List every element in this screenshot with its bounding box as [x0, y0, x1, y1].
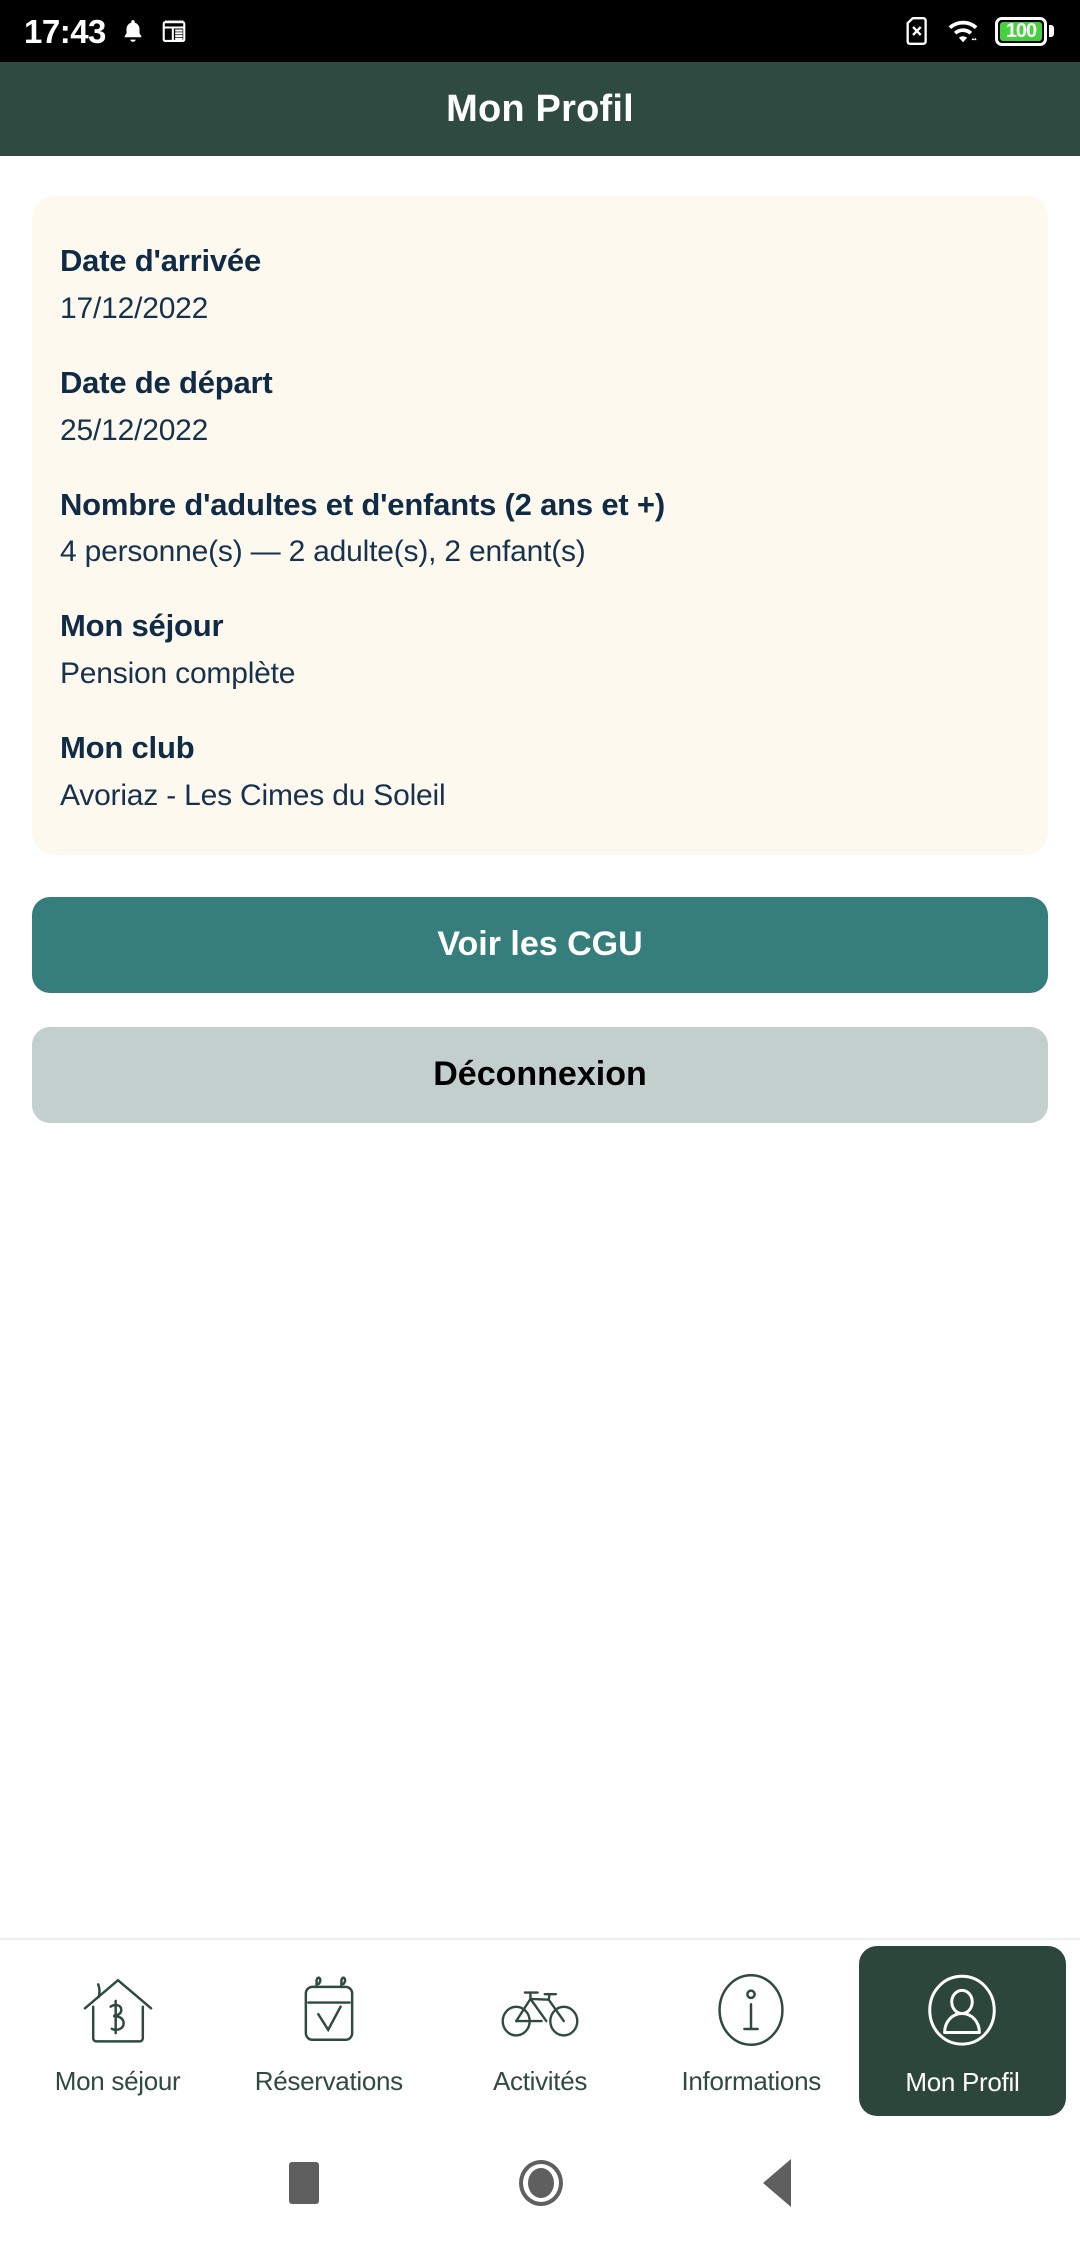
field-label: Nombre d'adultes et d'enfants (2 ans et …	[60, 486, 665, 522]
status-bar-left: 17:43	[24, 15, 188, 48]
field-label: Mon séjour	[60, 608, 224, 644]
battery-icon: 100	[995, 16, 1054, 46]
circle-icon[interactable]	[519, 2160, 563, 2206]
square-icon[interactable]	[289, 2162, 319, 2204]
profile-field-stay-type: Mon séjour Pension complète	[60, 607, 1020, 693]
sim-card-off-icon	[903, 15, 931, 47]
nav-item-mon-profil[interactable]: Mon Profil	[858, 1946, 1067, 2116]
nav-item-mon-sejour[interactable]: Mon séjour	[14, 1948, 221, 2112]
status-bar-right: 100	[903, 15, 1054, 47]
profile-info-card: Date d'arrivée 17/12/2022 Date de départ…	[32, 196, 1048, 855]
profile-field-guests: Nombre d'adultes et d'enfants (2 ans et …	[60, 486, 1020, 572]
calendar-check-icon	[286, 1964, 372, 2056]
field-label: Mon club	[60, 730, 195, 765]
status-bar: 17:43 100	[0, 0, 1080, 62]
nav-item-informations[interactable]: Informations	[648, 1948, 855, 2112]
profile-field-departure-date: Date de départ 25/12/2022	[60, 364, 1020, 450]
phone-screen: 17:43 100 Mon Profil Date d'arrivée 17/1…	[0, 0, 1080, 2246]
field-label: Date d'arrivée	[60, 243, 262, 278]
field-label: Date de départ	[60, 364, 273, 400]
main-content: Date d'arrivée 17/12/2022 Date de départ…	[0, 156, 1080, 1938]
view-cgu-button[interactable]: Voir les CGU	[32, 896, 1048, 993]
nav-item-activites[interactable]: Activités	[436, 1948, 643, 2112]
bicycle-icon	[494, 1964, 586, 2056]
field-value: Avoriaz - Les Cimes du Soleil	[60, 778, 446, 812]
calendar-icon	[160, 16, 188, 46]
nav-item-reservations[interactable]: Réservations	[225, 1948, 432, 2112]
info-circle-icon	[708, 1964, 794, 2056]
field-value: 4 personne(s) — 2 adulte(s), 2 enfant(s)	[60, 535, 586, 569]
field-value: Pension complète	[60, 657, 296, 690]
profile-field-club: Mon club Avoriaz - Les Cimes du Soleil	[60, 729, 1020, 815]
nav-label: Activités	[492, 2065, 588, 2096]
field-value: 17/12/2022	[60, 291, 209, 325]
android-system-nav	[0, 2120, 1080, 2246]
nav-label: Mon séjour	[54, 2065, 181, 2096]
bottom-navigation: Mon séjour Réservations Activités Inform…	[0, 1938, 1080, 2120]
page-title: Mon Profil	[446, 87, 634, 130]
status-bar-clock: 17:43	[24, 12, 106, 50]
battery-percent-label: 100	[1000, 20, 1042, 42]
nav-label: Réservations	[254, 2065, 403, 2096]
field-value: 25/12/2022	[60, 413, 209, 447]
house-b-icon	[75, 1964, 161, 2056]
bell-icon	[120, 16, 146, 46]
nav-label: Mon Profil	[905, 2066, 1020, 2097]
triangle-back-icon[interactable]	[763, 2159, 791, 2207]
wifi-icon	[946, 16, 980, 46]
logout-button[interactable]: Déconnexion	[32, 1026, 1048, 1123]
person-circle-icon	[919, 1965, 1005, 2057]
app-header: Mon Profil	[0, 62, 1080, 156]
nav-label: Informations	[681, 2065, 821, 2096]
profile-field-arrival-date: Date d'arrivée 17/12/2022	[60, 242, 1020, 328]
